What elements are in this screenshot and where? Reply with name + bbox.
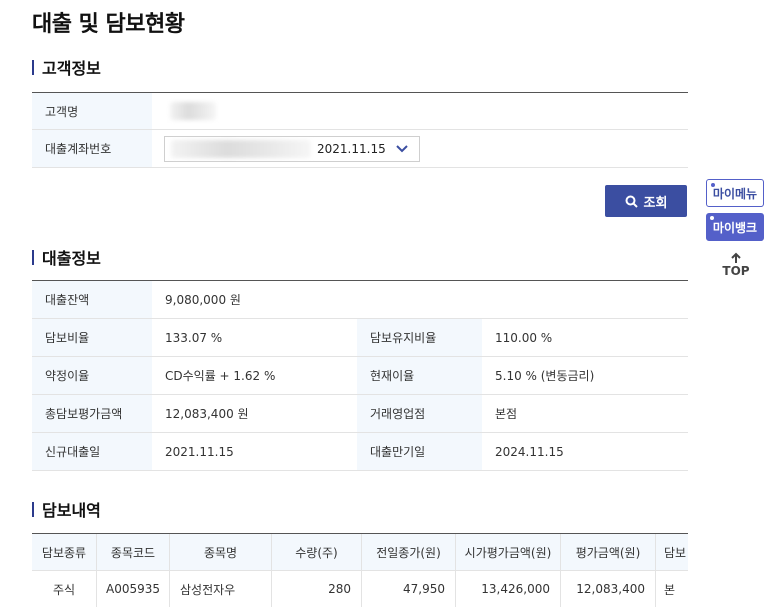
- search-button-label: 조회: [643, 195, 668, 211]
- holdings-section-label: 담보내역: [42, 501, 101, 520]
- loan-table: 대출잔액 9,080,000 원 담보비율 133.07 % 담보유지비율 11…: [32, 280, 688, 471]
- masked-name: [170, 102, 216, 120]
- table-cell: 280: [272, 571, 362, 607]
- page-title: 대출 및 담보현황: [32, 12, 185, 37]
- dot-icon: [710, 216, 714, 220]
- search-icon: [625, 195, 638, 208]
- account-select[interactable]: 2021.11.15: [164, 135, 420, 162]
- new-date-value: 2021.11.15: [165, 444, 234, 459]
- current-rate-value: 5.10 % (변동금리): [495, 369, 595, 383]
- mybank-label: 마이뱅크: [712, 220, 758, 235]
- mymenu-button[interactable]: 마이메뉴: [706, 179, 764, 207]
- holdings-section-title: 담보내역: [32, 497, 101, 521]
- customer-section-title: 고객정보: [32, 55, 101, 79]
- scroll-top-button[interactable]: TOP: [716, 252, 756, 278]
- column-header: 수량(주): [272, 534, 362, 570]
- total-eval-value: 12,083,400 원: [165, 407, 249, 421]
- column-header: 평가금액(원): [561, 534, 656, 570]
- agreed-rate-label: 약정이율: [32, 357, 152, 394]
- table-row: 대출잔액 9,080,000 원: [32, 281, 688, 319]
- total-eval-label: 총담보평가금액: [32, 395, 152, 432]
- section-bar: [32, 501, 34, 517]
- table-cell: 삼성전자우: [170, 571, 272, 607]
- balance-value: 9,080,000 원: [165, 293, 241, 307]
- loan-section-title: 대출정보: [32, 245, 101, 269]
- masked-account: [171, 139, 311, 158]
- table-cell: 12,083,400: [561, 571, 656, 607]
- account-date: 2021.11.15: [317, 141, 386, 156]
- arrow-up-icon: [731, 252, 741, 263]
- section-bar: [32, 249, 34, 265]
- collateral-ratio-label: 담보비율: [32, 319, 152, 356]
- new-date-label: 신규대출일: [32, 433, 152, 470]
- table-cell: 13,426,000: [456, 571, 561, 607]
- account-label: 대출계좌번호: [32, 130, 152, 167]
- maturity-label: 대출만기일: [357, 433, 482, 470]
- column-header: 종목코드: [97, 534, 170, 570]
- column-header: 종목명: [170, 534, 272, 570]
- customer-section-label: 고객정보: [42, 59, 101, 78]
- column-header: 전일종가(원): [362, 534, 456, 570]
- balance-label: 대출잔액: [32, 281, 152, 318]
- account-value: 2021.11.15: [152, 130, 688, 167]
- customer-name-value: [152, 93, 688, 129]
- customer-table: 고객명 대출계좌번호 2021.11.15: [32, 92, 688, 168]
- top-label: TOP: [722, 264, 750, 278]
- current-rate-label: 현재이율: [357, 357, 482, 394]
- customer-name-label: 고객명: [32, 93, 152, 129]
- column-header: 시가평가금액(원): [456, 534, 561, 570]
- dot-icon: [711, 183, 715, 187]
- branch-value: 본점: [495, 407, 518, 421]
- maintain-ratio-label: 담보유지비율: [357, 319, 482, 356]
- mybank-button[interactable]: 마이뱅크: [706, 213, 764, 241]
- table-row: 신규대출일 2021.11.15 대출만기일 2024.11.15: [32, 433, 688, 471]
- table-row: 담보비율 133.07 % 담보유지비율 110.00 %: [32, 319, 688, 357]
- holdings-table: 담보종류 종목코드 종목명 수량(주) 전일종가(원) 시가평가금액(원) 평가…: [32, 533, 688, 607]
- column-header: 담보종류: [32, 534, 97, 570]
- branch-label: 거래영업점: [357, 395, 482, 432]
- agreed-rate-value: CD수익률 + 1.62 %: [165, 369, 276, 383]
- section-bar: [32, 59, 34, 75]
- collateral-ratio-value: 133.07 %: [165, 330, 223, 345]
- mymenu-label: 마이메뉴: [712, 186, 758, 201]
- holdings-header-row: 담보종류 종목코드 종목명 수량(주) 전일종가(원) 시가평가금액(원) 평가…: [32, 534, 688, 571]
- maintain-ratio-value: 110.00 %: [495, 330, 553, 345]
- search-button[interactable]: 조회: [605, 185, 687, 217]
- table-cell: 47,950: [362, 571, 456, 607]
- loan-section-label: 대출정보: [42, 249, 101, 268]
- table-cell: 주식: [32, 571, 97, 607]
- table-cell: A005935: [97, 571, 170, 607]
- column-header: 담보: [664, 545, 687, 560]
- table-row: 주식 A005935 삼성전자우 280 47,950 13,426,000 1…: [32, 571, 688, 607]
- maturity-value: 2024.11.15: [495, 444, 564, 459]
- table-cell: 본: [664, 582, 676, 597]
- table-row: 총담보평가금액 12,083,400 원 거래영업점 본점: [32, 395, 688, 433]
- table-row: 약정이율 CD수익률 + 1.62 % 현재이율 5.10 % (변동금리): [32, 357, 688, 395]
- chevron-down-icon: [396, 144, 408, 152]
